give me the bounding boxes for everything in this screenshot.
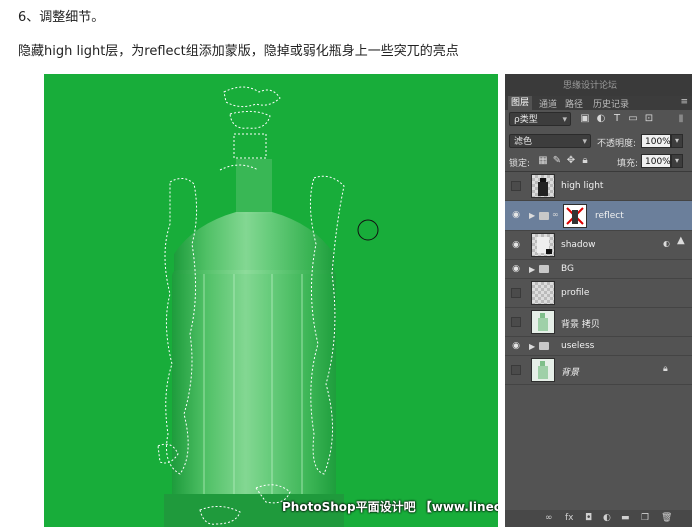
layer-thumbnail bbox=[531, 281, 555, 305]
article-description: 隐藏high light层，为reflect组添加蒙版，隐掉或弱化瓶身上一些突兀… bbox=[18, 44, 459, 59]
layer-name: shadow bbox=[561, 240, 596, 250]
fill-dropdown[interactable]: ▾ bbox=[671, 154, 683, 168]
shape-filter-icon[interactable]: ▭ bbox=[627, 113, 639, 124]
filter-toggle-icon[interactable]: ▮ bbox=[675, 113, 687, 124]
folder-icon bbox=[539, 265, 549, 273]
eye-icon[interactable]: ◉ bbox=[511, 341, 521, 351]
eye-icon[interactable]: ◉ bbox=[511, 264, 521, 274]
layer-filter-row: ρ类型 ▾ ▣ ◐ T ▭ ⊡ ▮ bbox=[509, 112, 689, 128]
layer-name: useless bbox=[561, 341, 595, 351]
bottle-image bbox=[157, 86, 379, 527]
layer-name: high light bbox=[561, 181, 604, 191]
lock-position-icon[interactable]: ✥ bbox=[565, 155, 577, 166]
blend-row: 滤色 ▾ 不透明度: 100% ▾ bbox=[509, 134, 689, 150]
tab-history[interactable]: 历史记录 bbox=[593, 97, 629, 110]
chevron-down-icon: ▾ bbox=[562, 115, 567, 125]
fill-label: 填充: bbox=[617, 159, 639, 169]
opacity-dropdown[interactable]: ▾ bbox=[671, 134, 683, 148]
folder-icon bbox=[539, 342, 549, 350]
layer-useless[interactable]: ◉ ▶ useless bbox=[505, 337, 692, 356]
layers-panel: 思缘设计论坛 图层 通道 路径 历史记录 ≡ ρ类型 ▾ ▣ ◐ T ▭ ⊡ ▮… bbox=[505, 74, 692, 527]
layer-name: profile bbox=[561, 288, 590, 298]
link-icon[interactable]: ∞ bbox=[552, 210, 559, 219]
layer-name: BG bbox=[561, 264, 574, 274]
add-mask-icon[interactable]: ◘ bbox=[585, 513, 592, 523]
expand-triangle-icon[interactable]: ▶ bbox=[529, 211, 535, 220]
lock-label: 锁定: bbox=[509, 159, 531, 169]
layer-background-copy[interactable]: 背景 拷贝 bbox=[505, 308, 692, 337]
visibility-off-icon[interactable] bbox=[511, 317, 521, 327]
eye-icon[interactable]: ◉ bbox=[511, 240, 521, 250]
blend-mode-select[interactable]: 滤色 ▾ bbox=[509, 134, 591, 148]
panel-menu-icon[interactable]: ≡ bbox=[680, 97, 688, 107]
folder-icon bbox=[539, 212, 549, 220]
article-heading: 6、调整细节。 bbox=[18, 10, 105, 25]
lock-icon: 🔒︎ bbox=[663, 364, 668, 374]
layer-thumbnail bbox=[531, 310, 555, 334]
type-filter-icon[interactable]: T bbox=[611, 113, 623, 124]
blend-mode-value: 滤色 bbox=[514, 137, 533, 147]
lock-pixels-icon[interactable]: ✎ bbox=[551, 155, 563, 166]
expand-triangle-icon[interactable]: ▶ bbox=[529, 342, 535, 351]
lock-transparent-icon[interactable]: ▦ bbox=[537, 155, 549, 166]
visibility-off-icon[interactable] bbox=[511, 181, 521, 191]
adjustment-layer-icon[interactable]: ◐ bbox=[603, 513, 611, 523]
layer-thumbnail bbox=[531, 233, 555, 257]
layer-shadow[interactable]: ◉ shadow ◐ ▲ bbox=[505, 231, 692, 260]
brush-cursor bbox=[357, 219, 379, 241]
layer-thumbnail bbox=[531, 174, 555, 198]
layer-profile[interactable]: profile bbox=[505, 279, 692, 308]
scrollbar-thumb[interactable]: ▲ bbox=[677, 235, 685, 246]
layer-name: 背景 bbox=[561, 368, 580, 378]
link-layers-icon[interactable]: ∞ bbox=[545, 513, 553, 523]
layer-name: 背景 拷贝 bbox=[561, 320, 600, 330]
panel-tabs: 图层 通道 路径 历史记录 ≡ bbox=[505, 96, 692, 110]
layer-high-light[interactable]: high light bbox=[505, 172, 692, 201]
preview-watermark: 思缘设计论坛 bbox=[563, 81, 618, 91]
smart-filter-icon[interactable]: ⊡ bbox=[643, 113, 655, 124]
mask-thumbnail[interactable] bbox=[563, 204, 587, 228]
tab-channels[interactable]: 通道 bbox=[539, 97, 557, 110]
trash-icon[interactable]: 🗑︎ bbox=[661, 513, 672, 523]
expand-triangle-icon[interactable]: ▶ bbox=[529, 265, 535, 274]
panel-bottom-bar: ∞ fx ◘ ◐ ▬ ❐ 🗑︎ bbox=[505, 510, 692, 527]
new-group-icon[interactable]: ▬ bbox=[621, 513, 630, 523]
new-layer-icon[interactable]: ❐ bbox=[641, 513, 649, 523]
fill-input[interactable]: 100% bbox=[641, 154, 671, 168]
adjust-filter-icon[interactable]: ◐ bbox=[595, 113, 607, 124]
layer-bg[interactable]: ◉ ▶ BG bbox=[505, 260, 692, 279]
visibility-off-icon[interactable] bbox=[511, 288, 521, 298]
layer-thumbnail bbox=[531, 358, 555, 382]
opacity-input[interactable]: 100% bbox=[641, 134, 671, 148]
tab-paths[interactable]: 路径 bbox=[565, 97, 583, 110]
filter-kind-select[interactable]: ρ类型 ▾ bbox=[509, 112, 571, 126]
fx-icon[interactable]: fx bbox=[565, 513, 574, 523]
photoshop-canvas[interactable]: PhotoShop平面设计吧 【www.linecg.com/tieba/178… bbox=[44, 74, 498, 527]
layer-reflect[interactable]: ◉ ▶ ∞ reflect bbox=[505, 201, 692, 231]
lock-row: 锁定: ▦ ✎ ✥ 🔒︎ 填充: 100% ▾ bbox=[509, 154, 689, 170]
watermark-text: PhotoShop平面设计吧 【www.linecg.com/tieba/178… bbox=[282, 500, 498, 514]
layer-background[interactable]: 背景 🔒︎ bbox=[505, 356, 692, 385]
visibility-off-icon[interactable] bbox=[511, 365, 521, 375]
panel-preview-strip: 思缘设计论坛 bbox=[505, 74, 692, 96]
tab-layers[interactable]: 图层 bbox=[508, 96, 533, 110]
chevron-down-icon: ▾ bbox=[582, 137, 587, 147]
layer-style-icon[interactable]: ◐ bbox=[663, 239, 670, 248]
image-filter-icon[interactable]: ▣ bbox=[579, 113, 591, 124]
filter-kind-label: ρ类型 bbox=[514, 115, 538, 125]
opacity-label: 不透明度: bbox=[597, 139, 637, 149]
layer-name: reflect bbox=[595, 211, 624, 221]
lock-all-icon[interactable]: 🔒︎ bbox=[579, 155, 591, 166]
eye-icon[interactable]: ◉ bbox=[511, 210, 521, 220]
